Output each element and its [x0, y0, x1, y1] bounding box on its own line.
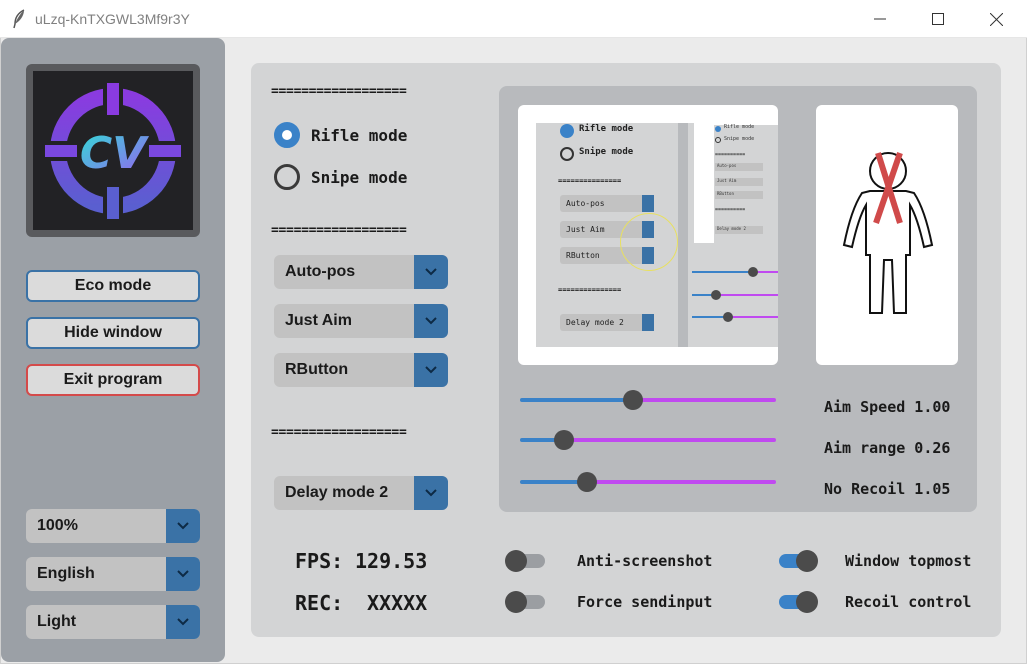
chevron-down-icon[interactable] — [414, 476, 448, 510]
slider-track-remaining — [564, 438, 776, 442]
maximize-button[interactable] — [909, 0, 967, 38]
mini-separator: =============== — [558, 177, 622, 185]
mini-label: Delay mode 2 — [566, 318, 624, 327]
hide-window-button[interactable]: Hide window — [26, 317, 200, 349]
no-recoil-slider[interactable] — [520, 471, 776, 493]
body-figure-preview — [816, 105, 958, 365]
language-dropdown[interactable]: English — [26, 557, 200, 591]
mini-label: RButton — [566, 251, 600, 260]
rec-value: XXXXX — [367, 591, 428, 615]
rifle-mode-radio[interactable] — [274, 122, 300, 148]
separator: ================== — [271, 84, 407, 99]
chevron-down-icon[interactable] — [414, 304, 448, 338]
trigger-key-dropdown[interactable]: RButton — [274, 353, 448, 387]
aim-speed-label: Aim Speed 1.00 — [824, 398, 951, 416]
mini-separator: =============== — [558, 286, 622, 294]
title-bar: uLzq-KnTXGWL3Mf9r3Y — [0, 0, 1027, 38]
mini-label: Just Aim — [717, 178, 737, 183]
snipe-mode-radio[interactable] — [274, 164, 300, 190]
slider-track-filled — [520, 398, 633, 402]
slider-handle[interactable] — [554, 430, 574, 450]
aim-range-label: Aim range 0.26 — [824, 439, 951, 457]
anti-screenshot-label[interactable]: Anti-screenshot — [577, 552, 712, 570]
mini-label: Snipe mode — [724, 136, 755, 142]
close-icon — [989, 12, 1003, 26]
svg-text:CV: CV — [80, 128, 149, 179]
force-sendinput-switch[interactable] — [505, 590, 545, 614]
mini-label: Auto-pos — [717, 163, 737, 168]
trigger-key-dropdown-value: RButton — [285, 361, 349, 378]
slider-track-remaining — [587, 480, 776, 484]
separator: ================== — [271, 425, 407, 440]
aim-range-slider[interactable] — [520, 429, 776, 451]
mini-separator: ========== — [715, 207, 746, 213]
fps-value: 129.53 — [355, 549, 428, 573]
slider-handle[interactable] — [577, 472, 597, 492]
slider-handle[interactable] — [623, 390, 643, 410]
switch-knob — [796, 550, 818, 572]
scale-dropdown-value: 100% — [37, 517, 78, 534]
close-button[interactable] — [967, 0, 1025, 38]
theme-dropdown[interactable]: Light — [26, 605, 200, 639]
language-dropdown-value: English — [37, 565, 95, 582]
human-figure-icon — [842, 152, 934, 314]
exit-program-button[interactable]: Exit program — [26, 364, 200, 396]
chevron-down-icon[interactable] — [414, 255, 448, 289]
fps-label: FPS: — [295, 549, 344, 573]
position-dropdown[interactable]: Auto-pos — [274, 255, 448, 289]
mini-label: RButton — [717, 191, 734, 196]
crosshair-logo-icon: CV — [45, 83, 181, 219]
anti-screenshot-switch[interactable] — [505, 549, 545, 573]
eco-mode-button[interactable]: Eco mode — [26, 270, 200, 302]
mini-separator: ========== — [715, 152, 746, 158]
minimize-icon — [874, 18, 886, 20]
separator: ================== — [271, 223, 407, 238]
mini-label: Delay mode 2 — [717, 226, 746, 231]
recoil-control-label[interactable]: Recoil control — [845, 593, 971, 611]
window-title: uLzq-KnTXGWL3Mf9r3Y — [35, 11, 190, 27]
chevron-down-icon[interactable] — [166, 605, 200, 639]
screenshot-preview: Rifle mode Snipe mode =============== Au… — [518, 105, 778, 365]
slider-track-remaining — [633, 398, 776, 402]
scale-dropdown[interactable]: 100% — [26, 509, 200, 543]
switch-knob — [796, 591, 818, 613]
position-dropdown-value: Auto-pos — [285, 263, 356, 280]
mini-label: Rifle mode — [724, 124, 755, 130]
force-sendinput-label[interactable]: Force sendinput — [577, 593, 712, 611]
window-topmost-switch[interactable] — [777, 549, 818, 573]
mini-label: Just Aim — [566, 225, 605, 234]
mini-aim-circle — [620, 213, 678, 271]
aim-type-dropdown[interactable]: Just Aim — [274, 304, 448, 338]
switch-knob — [505, 550, 527, 572]
maximize-icon — [932, 13, 944, 25]
aim-type-dropdown-value: Just Aim — [285, 312, 352, 329]
chevron-down-icon[interactable] — [414, 353, 448, 387]
delay-mode-dropdown-value: Delay mode 2 — [285, 484, 389, 501]
recoil-control-switch[interactable] — [777, 590, 818, 614]
mini-label: Rifle mode — [579, 124, 634, 134]
chevron-down-icon[interactable] — [166, 557, 200, 591]
aim-speed-slider[interactable] — [520, 389, 776, 411]
mini-label: Auto-pos — [566, 199, 605, 208]
feather-icon — [13, 9, 25, 29]
minimize-button[interactable] — [851, 0, 909, 38]
mini-radio-off — [560, 147, 574, 161]
switch-knob — [505, 591, 527, 613]
rifle-mode-label[interactable]: Rifle mode — [311, 126, 407, 145]
window-topmost-label[interactable]: Window topmost — [845, 552, 971, 570]
mini-radio-on — [560, 124, 574, 138]
chevron-down-icon[interactable] — [166, 509, 200, 543]
delay-mode-dropdown[interactable]: Delay mode 2 — [274, 476, 448, 510]
theme-dropdown-value: Light — [37, 613, 77, 630]
app-logo: CV — [33, 71, 193, 230]
no-recoil-label: No Recoil 1.05 — [824, 480, 951, 498]
rec-label: REC: — [295, 591, 344, 615]
snipe-mode-label[interactable]: Snipe mode — [311, 168, 407, 187]
mini-label: Snipe mode — [579, 147, 634, 157]
